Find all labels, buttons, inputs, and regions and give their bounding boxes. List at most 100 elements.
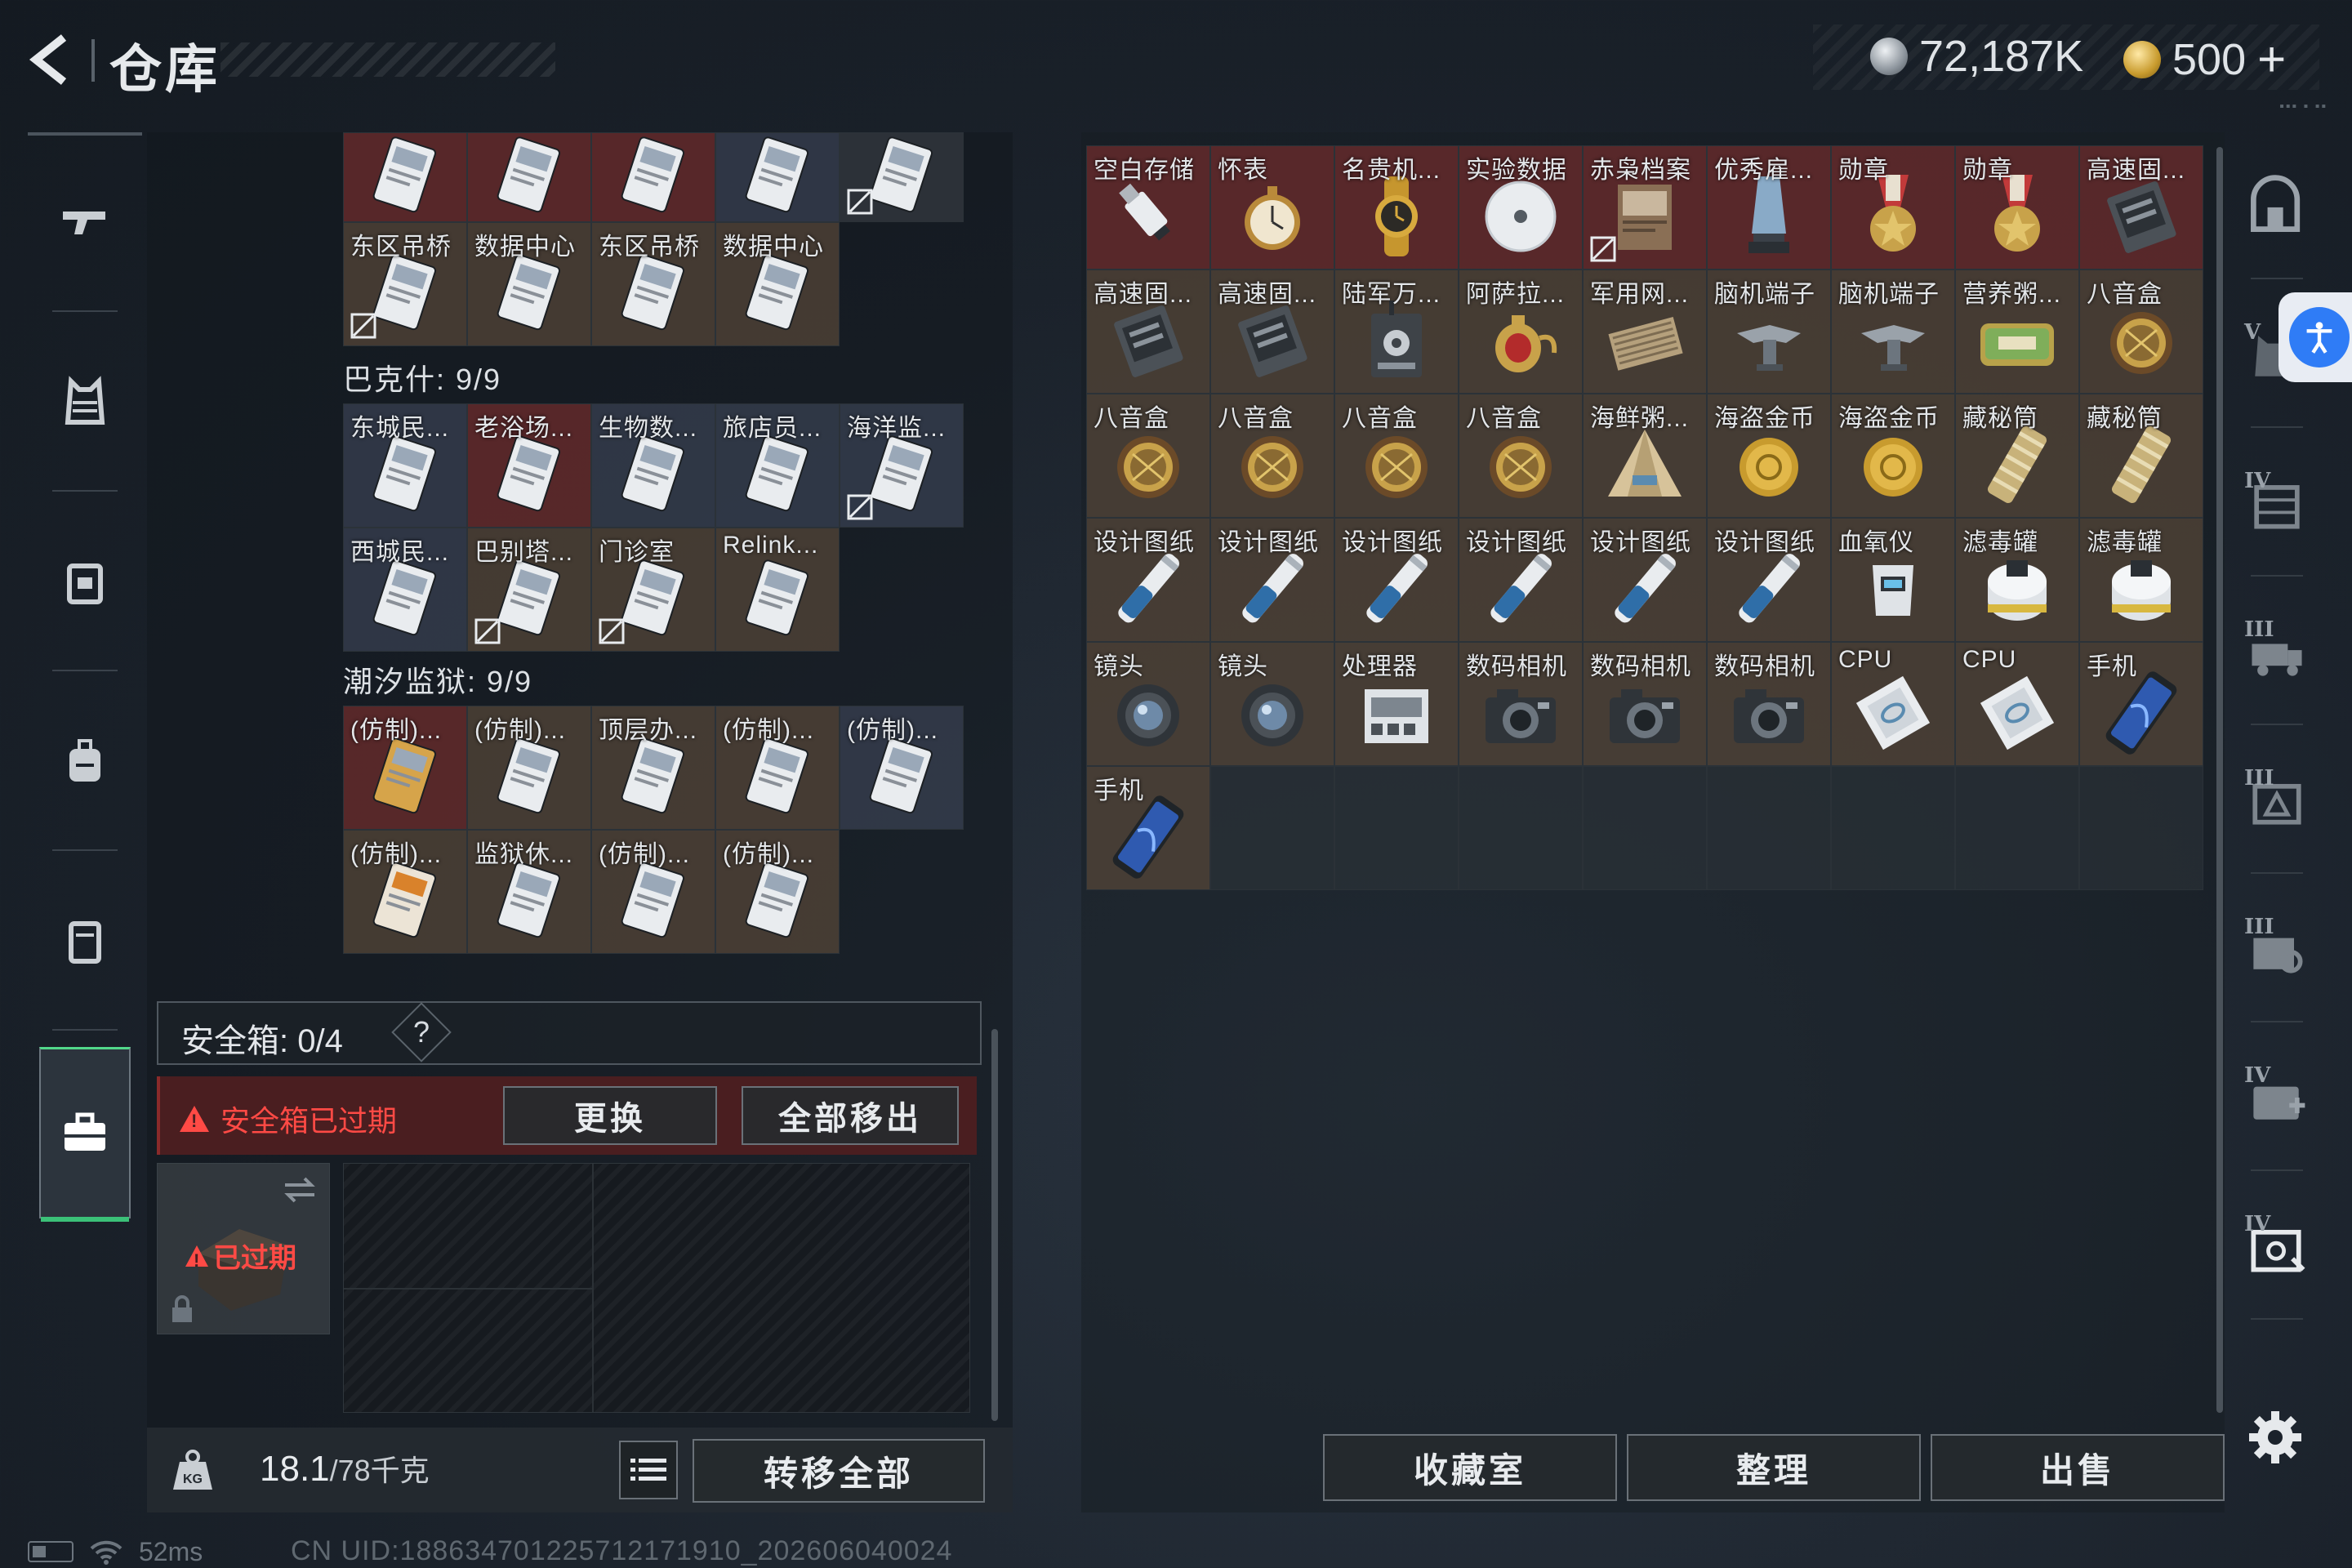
item-slot[interactable]: 门诊室 — [591, 528, 715, 652]
stash-tier-iv-b[interactable]: IV — [2226, 1024, 2328, 1171]
empty-slot[interactable] — [1831, 766, 1955, 890]
item-slot[interactable]: 东区吊桥 — [343, 222, 467, 346]
item-slot[interactable] — [591, 132, 715, 222]
item-slot[interactable]: 滤毒罐 — [2079, 518, 2203, 642]
item-slot[interactable]: 八音盒 — [1086, 394, 1210, 518]
item-slot[interactable]: 镜头 — [1086, 642, 1210, 766]
remove-all-button[interactable]: 全部移出 — [742, 1086, 959, 1145]
item-slot[interactable]: (仿制)... — [591, 830, 715, 954]
item-slot[interactable]: (仿制)... — [467, 706, 591, 830]
item-slot[interactable]: 设计图纸 — [1583, 518, 1707, 642]
item-slot[interactable]: 脑机端子 — [1707, 270, 1831, 394]
item-slot[interactable]: 阿萨拉... — [1459, 270, 1583, 394]
item-slot[interactable]: 镜头 — [1210, 642, 1334, 766]
item-slot[interactable]: 设计图纸 — [1086, 518, 1210, 642]
back-arrow-icon[interactable] — [24, 31, 82, 88]
collection-room-button[interactable]: 收藏室 — [1323, 1434, 1617, 1501]
item-slot[interactable]: 东城民... — [343, 403, 467, 528]
item-slot[interactable]: 旅店员... — [715, 403, 840, 528]
transfer-all-button[interactable]: 转移全部 — [693, 1439, 985, 1503]
accessibility-button[interactable] — [2278, 292, 2352, 382]
item-slot[interactable]: 手机 — [2079, 642, 2203, 766]
nav-safe-box[interactable] — [39, 1047, 131, 1222]
stash-tier-iii-a[interactable]: III — [2226, 578, 2328, 725]
settings-gear-icon[interactable] — [2246, 1408, 2305, 1467]
item-slot[interactable] — [840, 132, 964, 222]
safe-box-slots[interactable] — [343, 1163, 970, 1413]
item-slot[interactable]: (仿制)... — [343, 706, 467, 830]
empty-slot[interactable] — [2079, 766, 2203, 890]
item-slot[interactable]: (仿制)... — [840, 706, 964, 830]
item-slot[interactable]: 监狱休... — [467, 830, 591, 954]
sell-button[interactable]: 出售 — [1931, 1434, 2225, 1501]
item-slot[interactable]: 高速固... — [1086, 270, 1210, 394]
nav-weapon[interactable] — [28, 132, 142, 312]
item-slot[interactable]: 海鲜粥... — [1583, 394, 1707, 518]
item-slot[interactable]: 设计图纸 — [1707, 518, 1831, 642]
empty-slot[interactable] — [1334, 766, 1459, 890]
replace-button[interactable]: 更换 — [503, 1086, 717, 1145]
item-slot[interactable]: 陆军万... — [1334, 270, 1459, 394]
nav-backpack[interactable] — [28, 671, 142, 851]
item-slot[interactable]: (仿制)... — [715, 706, 840, 830]
item-slot[interactable]: 数据中心 — [715, 222, 840, 346]
item-slot[interactable]: 空白存储 — [1086, 145, 1210, 270]
item-slot[interactable]: CPU — [1831, 642, 1955, 766]
stash-tier-iii-b[interactable]: III — [2226, 727, 2328, 874]
item-slot[interactable] — [715, 132, 840, 222]
item-slot[interactable]: 滤毒罐 — [1955, 518, 2079, 642]
item-slot[interactable]: 数码相机 — [1707, 642, 1831, 766]
item-slot[interactable]: 高速固... — [1210, 270, 1334, 394]
item-slot[interactable]: 营养粥... — [1955, 270, 2079, 394]
item-slot[interactable]: 数码相机 — [1583, 642, 1707, 766]
item-slot[interactable]: 数码相机 — [1459, 642, 1583, 766]
item-slot[interactable]: Relink... — [715, 528, 840, 652]
item-slot[interactable]: 八音盒 — [1210, 394, 1334, 518]
nav-pouch[interactable] — [28, 851, 142, 1031]
stash-tier-iv-a[interactable]: IV — [2226, 430, 2328, 577]
swap-icon[interactable] — [282, 1175, 318, 1205]
item-slot[interactable]: (仿制)... — [343, 830, 467, 954]
item-slot[interactable]: 海盗金币 — [1707, 394, 1831, 518]
item-slot[interactable]: 处理器 — [1334, 642, 1459, 766]
empty-slot[interactable] — [1707, 766, 1831, 890]
item-slot[interactable]: 藏秘筒 — [1955, 394, 2079, 518]
item-slot[interactable]: 海盗金币 — [1831, 394, 1955, 518]
add-currency-button[interactable]: + — [2257, 31, 2286, 87]
sort-button[interactable]: 整理 — [1627, 1434, 1921, 1501]
empty-slot[interactable] — [1459, 766, 1583, 890]
empty-slot[interactable] — [1210, 766, 1334, 890]
item-slot[interactable] — [467, 132, 591, 222]
item-slot[interactable]: 老浴场... — [467, 403, 591, 528]
item-slot[interactable]: 数据中心 — [467, 222, 591, 346]
item-slot[interactable]: 海洋监... — [840, 403, 964, 528]
stash-tier-iv-c[interactable]: IV — [2226, 1173, 2328, 1320]
item-slot[interactable]: 设计图纸 — [1459, 518, 1583, 642]
item-slot[interactable]: 巴别塔... — [467, 528, 591, 652]
item-slot[interactable]: 八音盒 — [1459, 394, 1583, 518]
item-slot[interactable]: 勋章 — [1831, 145, 1955, 270]
item-slot[interactable]: 藏秘筒 — [2079, 394, 2203, 518]
item-slot[interactable]: (仿制)... — [715, 830, 840, 954]
item-slot[interactable]: 脑机端子 — [1831, 270, 1955, 394]
empty-slot[interactable] — [1583, 766, 1707, 890]
item-slot[interactable]: 军用网... — [1583, 270, 1707, 394]
nav-chest-rig[interactable] — [28, 492, 142, 671]
backpack-scrollbar[interactable] — [991, 1029, 998, 1421]
item-slot[interactable] — [343, 132, 467, 222]
safe-box-item[interactable]: 已过期 — [157, 1163, 330, 1334]
item-slot[interactable]: 八音盒 — [2079, 270, 2203, 394]
item-slot[interactable]: 顶层办... — [591, 706, 715, 830]
item-slot[interactable]: 怀表 — [1210, 145, 1334, 270]
item-slot[interactable]: 实验数据 — [1459, 145, 1583, 270]
item-slot[interactable]: 优秀雇... — [1707, 145, 1831, 270]
item-slot[interactable]: 东区吊桥 — [591, 222, 715, 346]
item-slot[interactable]: 血氧仪 — [1831, 518, 1955, 642]
empty-slot[interactable] — [1955, 766, 2079, 890]
item-slot[interactable]: 高速固... — [2079, 145, 2203, 270]
help-button[interactable]: ? — [391, 1002, 452, 1062]
item-slot[interactable]: 八音盒 — [1334, 394, 1459, 518]
item-slot[interactable]: 勋章 — [1955, 145, 2079, 270]
item-slot[interactable]: 生物数... — [591, 403, 715, 528]
stash-home[interactable] — [2226, 132, 2328, 279]
